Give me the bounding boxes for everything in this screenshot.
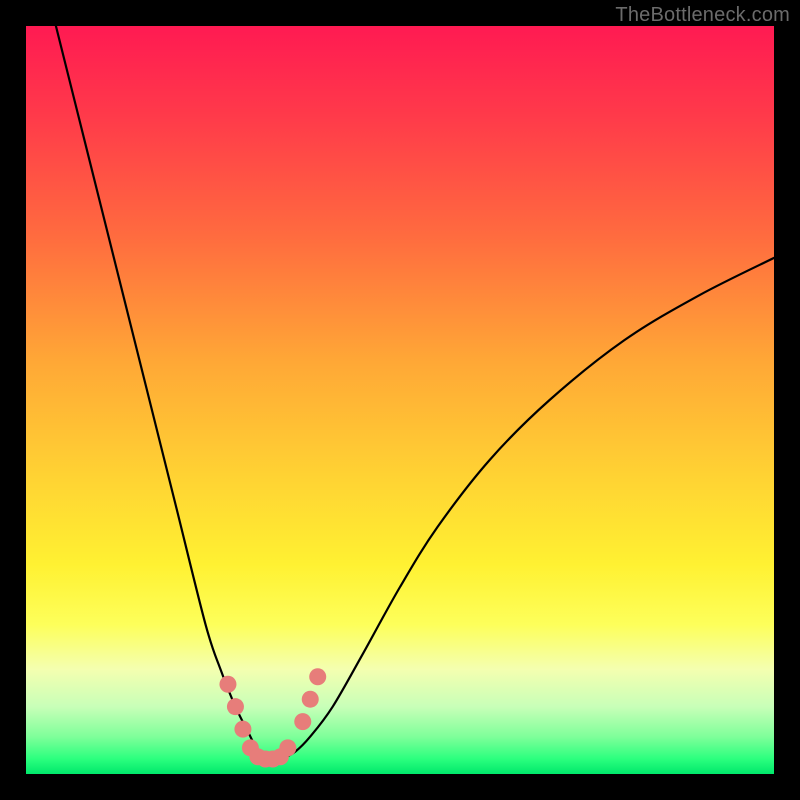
curve-marker: [309, 668, 326, 685]
curve-marker: [294, 713, 311, 730]
chart-frame: [26, 26, 774, 774]
bottleneck-curve: [56, 26, 774, 760]
curve-marker: [302, 691, 319, 708]
curve-marker: [219, 676, 236, 693]
curve-marker: [279, 739, 296, 756]
curve-marker: [227, 698, 244, 715]
curve-marker: [234, 721, 251, 738]
watermark-text: TheBottleneck.com: [615, 4, 790, 27]
chart-svg: [26, 26, 774, 774]
marker-group: [219, 668, 326, 767]
plot-area: [26, 26, 774, 774]
